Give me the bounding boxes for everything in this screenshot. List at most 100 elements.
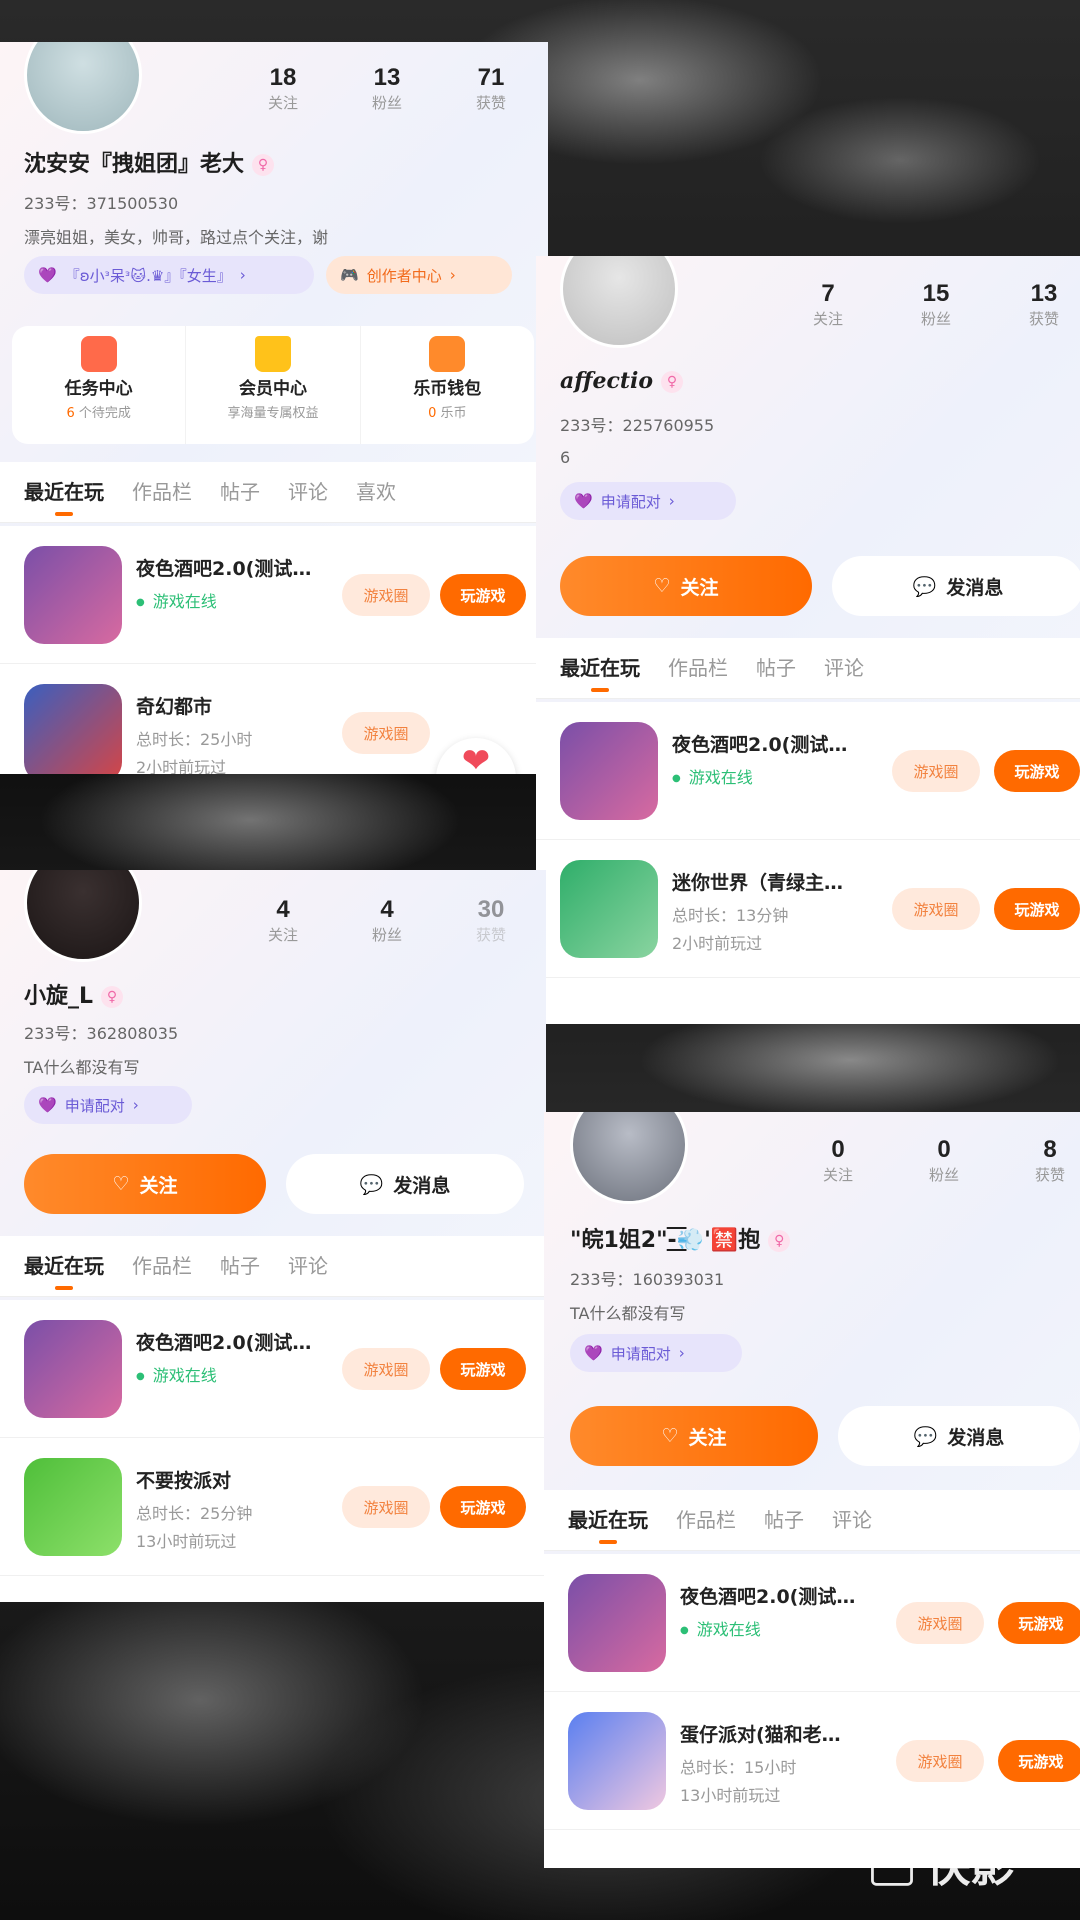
game-row[interactable]: 蛋仔派对(猫和老… 总时长：15小时 13小时前玩过 游戏圈 玩游戏 [544, 1692, 1080, 1830]
pair-chip[interactable]: 💜 『ʚ小ᵌ呆ᵌ🐱.♛』『女生』 › [24, 256, 314, 294]
stat-fans[interactable]: 4 粉丝 [354, 896, 420, 946]
tab-posts[interactable]: 帖子 [764, 1490, 804, 1550]
message-button[interactable]: 💬 发消息 [832, 556, 1080, 616]
service-cards: 任务中心 6 个待完成 会员中心 享海量专属权益 乐币钱包 0 乐币 [12, 326, 534, 444]
tab-recent[interactable]: 最近在玩 [24, 1236, 104, 1296]
avatar[interactable] [570, 1112, 688, 1204]
tab-likes[interactable]: 喜欢 [356, 462, 396, 522]
play-game-button[interactable]: 玩游戏 [998, 1740, 1080, 1782]
stat-likes[interactable]: 13 获赞 [1012, 280, 1076, 330]
calendar-check-icon [80, 336, 117, 372]
play-game-button[interactable]: 玩游戏 [440, 1486, 526, 1528]
game-circle-button[interactable]: 游戏圈 [892, 888, 980, 930]
stat-fans[interactable]: 15 粉丝 [904, 280, 968, 330]
user-id: 233号：371500530 [24, 194, 179, 213]
game-circle-button[interactable]: 游戏圈 [342, 712, 430, 754]
game-row[interactable]: 迷你世界（青绿主… 总时长：13分钟 2小时前玩过 游戏圈 玩游戏 [536, 840, 1080, 978]
game-row[interactable]: 夜色酒吧2.0(测试… 游戏在线 游戏圈 玩游戏 [0, 1300, 546, 1438]
tab-posts[interactable]: 帖子 [756, 638, 796, 698]
stat-following[interactable]: 7 关注 [796, 280, 860, 330]
pair-chip[interactable]: 💜 申请配对 › [560, 482, 736, 520]
avatar[interactable] [24, 42, 142, 134]
game-circle-button[interactable]: 游戏圈 [896, 1602, 984, 1644]
last-played: 13小时前玩过 [136, 1532, 237, 1551]
stat-fans[interactable]: 0 粉丝 [912, 1136, 976, 1186]
game-icon[interactable] [568, 1712, 666, 1810]
stat-following[interactable]: 4 关注 [250, 896, 316, 946]
stat-following[interactable]: 18 关注 [250, 64, 316, 114]
game-row[interactable]: 不要按派对 总时长：25分钟 13小时前玩过 游戏圈 玩游戏 [0, 1438, 546, 1576]
stat-value: 13 [1030, 280, 1058, 307]
play-game-button[interactable]: 玩游戏 [994, 888, 1080, 930]
play-game-button[interactable]: 玩游戏 [440, 1348, 526, 1390]
game-icon[interactable] [560, 860, 658, 958]
game-circle-button[interactable]: 游戏圈 [896, 1740, 984, 1782]
game-row[interactable]: 夜色酒吧2.0(测试… 游戏在线 游戏圈 玩游戏 [536, 702, 1080, 840]
stat-likes[interactable]: 30 获赞 [458, 896, 524, 946]
play-duration: 总时长：15小时 [680, 1758, 797, 1777]
stat-label: 获赞 [475, 926, 506, 944]
game-row[interactable]: 夜色酒吧2.0(测试… 游戏在线 游戏圈 玩游戏 [544, 1554, 1080, 1692]
stat-fans[interactable]: 13 粉丝 [354, 64, 420, 114]
game-icon[interactable] [560, 722, 658, 820]
tab-recent[interactable]: 最近在玩 [560, 638, 640, 698]
stat-likes[interactable]: 71 获赞 [458, 64, 524, 114]
tab-works[interactable]: 作品栏 [132, 1236, 192, 1296]
play-game-button[interactable]: 玩游戏 [994, 750, 1080, 792]
task-center-card[interactable]: 任务中心 6 个待完成 [12, 326, 187, 444]
stat-value: 4 [380, 896, 394, 923]
pair-chip[interactable]: 💜 申请配对 › [570, 1334, 742, 1372]
game-circle-button[interactable]: 游戏圈 [342, 574, 430, 616]
stat-label: 粉丝 [371, 94, 402, 112]
message-button[interactable]: 💬 发消息 [838, 1406, 1080, 1466]
tab-comments[interactable]: 评论 [288, 1236, 328, 1296]
tab-works[interactable]: 作品栏 [676, 1490, 736, 1550]
tab-recent[interactable]: 最近在玩 [568, 1490, 648, 1550]
stat-label: 获赞 [1028, 310, 1059, 328]
game-icon[interactable] [568, 1574, 666, 1672]
game-icon[interactable] [24, 546, 122, 644]
game-circle-button[interactable]: 游戏圈 [892, 750, 980, 792]
stat-label: 粉丝 [371, 926, 402, 944]
tab-posts[interactable]: 帖子 [220, 1236, 260, 1296]
tab-comments[interactable]: 评论 [832, 1490, 872, 1550]
stat-following[interactable]: 0 关注 [806, 1136, 870, 1186]
stat-likes[interactable]: 8 获赞 [1018, 1136, 1080, 1186]
creator-center-chip[interactable]: 🎮 创作者中心 › [326, 256, 512, 294]
gender-female-icon: ♀ [252, 154, 275, 176]
game-row[interactable]: 夜色酒吧2.0(测试… 游戏在线 游戏圈 玩游戏 [0, 526, 548, 664]
follow-button[interactable]: ♡ 关注 [560, 556, 812, 616]
message-button[interactable]: 💬 发消息 [286, 1154, 524, 1214]
tab-works[interactable]: 作品栏 [132, 462, 192, 522]
stat-value: 8 [1043, 1136, 1057, 1163]
avatar[interactable] [560, 256, 678, 348]
follow-button[interactable]: ♡ 关注 [570, 1406, 818, 1466]
follow-button[interactable]: ♡ 关注 [24, 1154, 266, 1214]
wallet-card[interactable]: 乐币钱包 0 乐币 [361, 326, 534, 444]
pair-chip[interactable]: 💜 申请配对 › [24, 1086, 192, 1124]
vip-center-card[interactable]: 会员中心 享海量专属权益 [186, 326, 361, 444]
tab-recent[interactable]: 最近在玩 [24, 462, 104, 522]
game-list: 夜色酒吧2.0(测试… 游戏在线 游戏圈 玩游戏 蛋仔派对(猫和老… 总时长：1… [544, 1554, 1080, 1868]
chevron-right-icon: › [668, 492, 675, 510]
play-game-button[interactable]: 玩游戏 [440, 574, 526, 616]
user-bio: TA什么都没有写 [570, 1304, 686, 1323]
game-name: 夜色酒吧2.0(测试… [672, 734, 848, 756]
tab-comments[interactable]: 评论 [288, 462, 328, 522]
message-label: 发消息 [946, 576, 1004, 599]
game-icon[interactable] [24, 1458, 122, 1556]
game-circle-button[interactable]: 游戏圈 [342, 1348, 430, 1390]
play-game-button[interactable]: 玩游戏 [998, 1602, 1080, 1644]
floating-like-button[interactable]: ❤ 17 [436, 738, 516, 774]
tab-posts[interactable]: 帖子 [220, 462, 260, 522]
tab-works[interactable]: 作品栏 [668, 638, 728, 698]
avatar[interactable] [24, 870, 142, 962]
stat-value: 71 [477, 64, 505, 91]
stat-label: 关注 [267, 94, 298, 112]
tab-comments[interactable]: 评论 [824, 638, 864, 698]
chat-icon: 💬 [359, 1173, 384, 1196]
game-icon[interactable] [24, 684, 122, 774]
stat-label: 关注 [822, 1166, 853, 1184]
game-icon[interactable] [24, 1320, 122, 1418]
game-circle-button[interactable]: 游戏圈 [342, 1486, 430, 1528]
